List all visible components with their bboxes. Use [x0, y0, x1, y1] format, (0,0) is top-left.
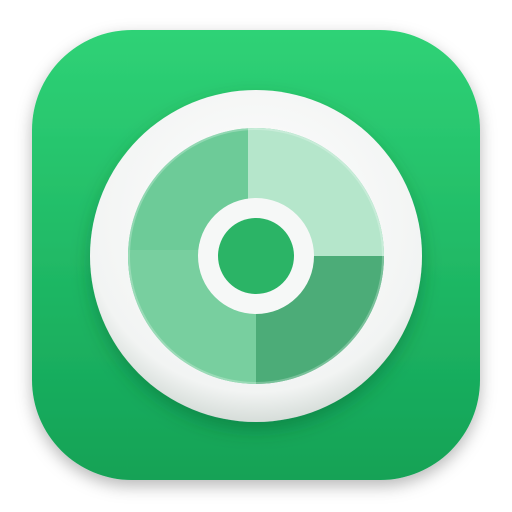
disc-icon[interactable] — [0, 0, 512, 512]
app-icon-canvas — [0, 0, 512, 512]
disc-hub-center — [218, 218, 294, 294]
